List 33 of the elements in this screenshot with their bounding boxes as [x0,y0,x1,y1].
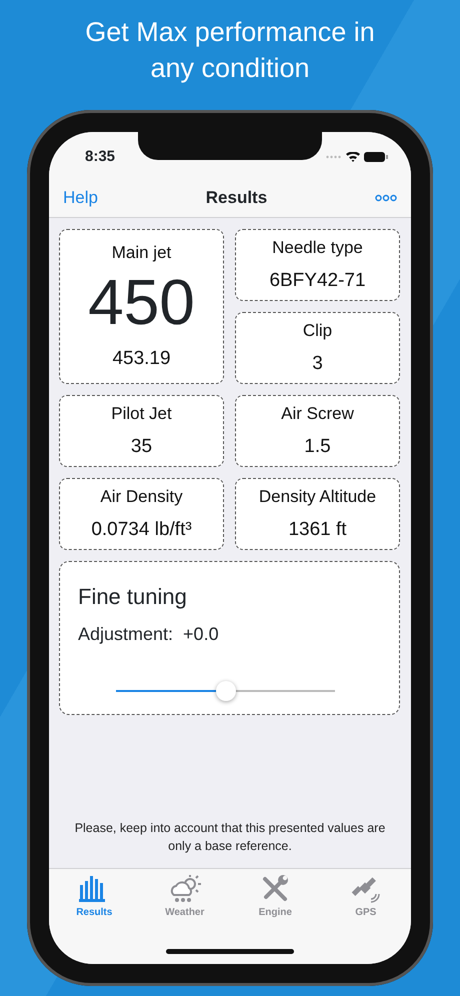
fine-tuning-title: Fine tuning [78,583,188,611]
card-label: Clip [302,320,334,342]
slider-thumb[interactable] [216,681,236,701]
screen-title: Results [206,186,268,209]
wrench-screwdriver-icon [260,875,290,903]
card-value: 1.5 [303,434,332,458]
card-value: 6BFY42-71 [268,268,367,292]
tab-bar-item[interactable]: GPS [320,875,411,920]
help-link[interactable]: Help [63,184,98,210]
satellite-icon [350,875,381,903]
card-label: Density Altitude [258,486,378,508]
battery-icon [364,152,389,162]
main-jet-value: 450 [87,267,196,337]
disclaimer-text: Please, keep into account that this presented values are only a base reference. [74,820,386,856]
card-label: Pilot Jet [110,403,173,425]
headline: Get Max performance in any condition [85,16,375,85]
tab-bar-item[interactable]: Results [49,875,140,920]
card-label: Air Screw [280,403,355,425]
more-icon[interactable] [374,194,397,202]
adjustment-label: Adjustment: +0.0 [78,623,220,646]
card-value: 3 [311,352,324,376]
card-label: Needle type [271,237,364,259]
wifi-icon [345,152,360,162]
tab-bar-item[interactable]: Engine [230,875,320,920]
card-value: 1361 ft [287,518,348,542]
card-value: 35 [130,434,154,458]
card-label: Air Density [99,486,184,508]
status-time: 8:35 [85,146,116,167]
signal-icon [326,155,341,159]
tab-bar-item[interactable]: Weather [140,875,230,920]
card-value: 453.19 [111,347,172,371]
card-label: Main jet [110,242,172,264]
card-value: 0.0734 lb/ft³ [90,518,193,542]
